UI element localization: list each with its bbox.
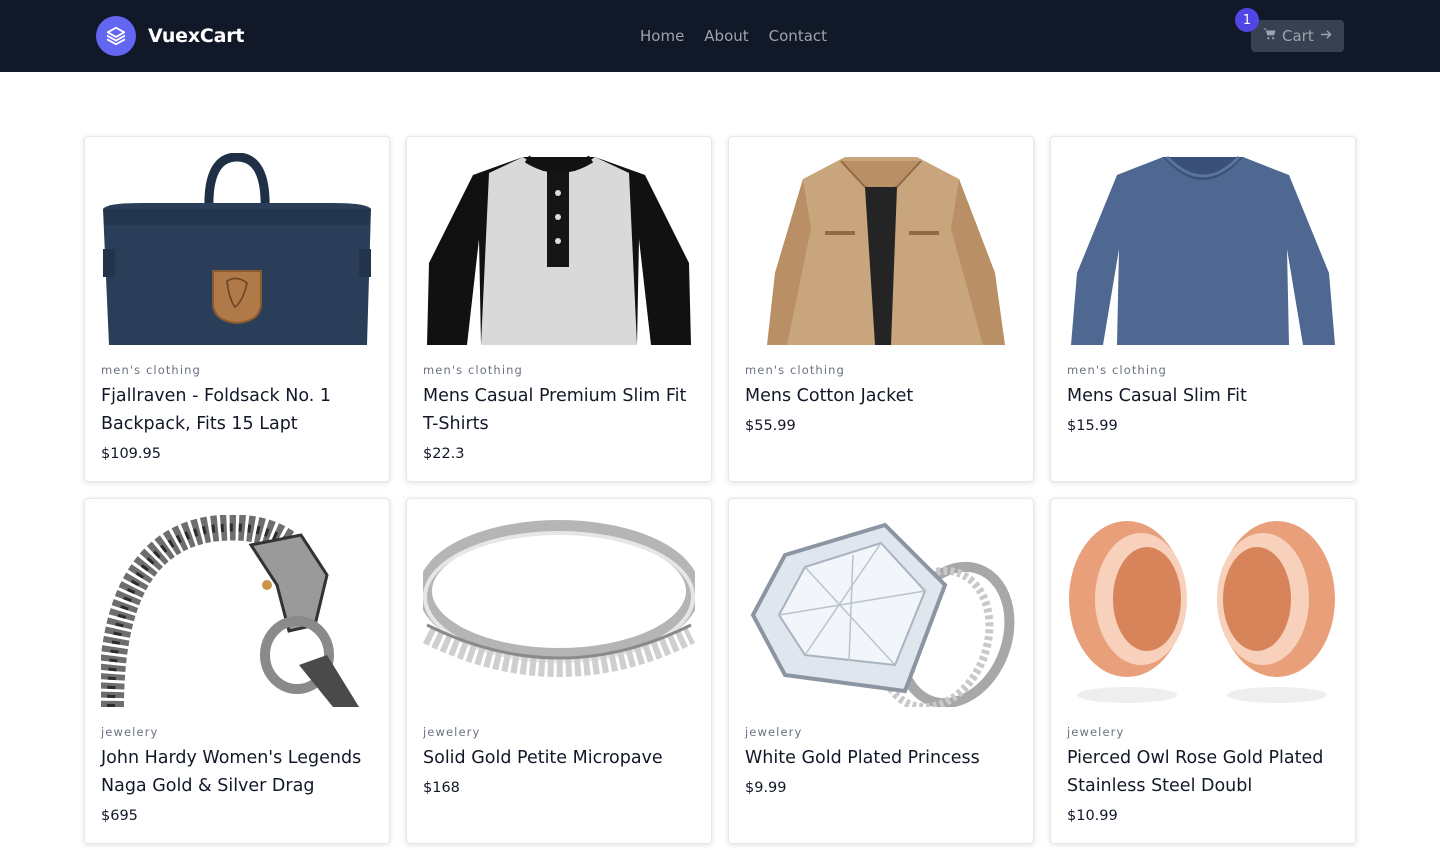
product-card[interactable]: jewelery John Hardy Women's Legends Naga… — [84, 498, 390, 844]
layers-logo-icon — [96, 16, 136, 56]
arrow-right-icon — [1320, 27, 1333, 45]
product-title: John Hardy Women's Legends Naga Gold & S… — [101, 744, 377, 831]
product-image-jacket — [745, 153, 1017, 345]
product-category: jewelery — [101, 725, 159, 739]
product-card[interactable]: men's clothing Mens Casual Premium Slim … — [406, 136, 712, 482]
product-title: White Gold Plated Princess $9.99 — [745, 744, 1021, 803]
product-image-blue-longsleeve — [1067, 153, 1339, 345]
product-category: men's clothing — [423, 363, 523, 377]
product-title: Pierced Owl Rose Gold Plated Stainless S… — [1067, 744, 1343, 831]
product-card[interactable]: jewelery Pierced Owl Rose Gold Plated St… — [1050, 498, 1356, 844]
product-price: $695 — [101, 808, 138, 824]
product-category: men's clothing — [101, 363, 201, 377]
nav-home-link[interactable]: Home — [640, 26, 684, 46]
nav-contact-link[interactable]: Contact — [769, 26, 827, 46]
product-title-text: Mens Cotton Jacket — [745, 386, 914, 406]
product-price: $9.99 — [745, 780, 787, 796]
product-category: jewelery — [1067, 725, 1125, 739]
product-title-text: Mens Casual Premium Slim Fit T-Shirts — [423, 386, 687, 434]
product-category: jewelery — [745, 725, 803, 739]
product-title-text: Solid Gold Petite Micropave — [423, 748, 663, 768]
product-price: $10.99 — [1067, 808, 1118, 824]
product-category: men's clothing — [745, 363, 845, 377]
brand-name: VuexCart — [148, 25, 245, 47]
product-price: $168 — [423, 780, 460, 796]
product-title: Fjallraven - Foldsack No. 1 Backpack, Fi… — [101, 382, 377, 469]
product-title-text: Mens Casual Slim Fit — [1067, 386, 1247, 406]
product-card[interactable]: men's clothing Fjallraven - Foldsack No.… — [84, 136, 390, 482]
product-title: Mens Casual Slim Fit $15.99 — [1067, 382, 1343, 441]
product-category: men's clothing — [1067, 363, 1167, 377]
product-title: Solid Gold Petite Micropave $168 — [423, 744, 699, 803]
product-image-backpack — [101, 153, 373, 345]
product-card[interactable]: men's clothing Mens Cotton Jacket $55.99 — [728, 136, 1034, 482]
top-navbar: VuexCart Home About Contact Cart 1 — [0, 0, 1440, 72]
cart-button[interactable]: Cart — [1251, 20, 1344, 52]
nav-about-link[interactable]: About — [704, 26, 748, 46]
product-image-rose-gold-plugs — [1067, 515, 1339, 707]
product-image-raglan-tshirt — [423, 153, 695, 345]
product-price: $55.99 — [745, 418, 796, 434]
product-image-dragon-bracelet — [101, 515, 373, 707]
product-card[interactable]: jewelery White Gold Plated Princess $9.9… — [728, 498, 1034, 844]
product-card[interactable]: men's clothing Mens Casual Slim Fit $15.… — [1050, 136, 1356, 482]
product-title: Mens Cotton Jacket $55.99 — [745, 382, 1021, 441]
main-nav: Home About Contact — [640, 26, 847, 46]
product-image-silver-band — [423, 515, 695, 707]
product-image-diamond-ring — [745, 515, 1017, 707]
product-title-text: Fjallraven - Foldsack No. 1 Backpack, Fi… — [101, 386, 331, 434]
product-title-text: John Hardy Women's Legends Naga Gold & S… — [101, 748, 362, 796]
product-title-text: Pierced Owl Rose Gold Plated Stainless S… — [1067, 748, 1324, 796]
brand[interactable]: VuexCart — [96, 16, 245, 56]
product-card[interactable]: jewelery Solid Gold Petite Micropave $16… — [406, 498, 712, 844]
product-price: $15.99 — [1067, 418, 1118, 434]
cart-count-badge: 1 — [1235, 8, 1259, 32]
product-price: $109.95 — [101, 446, 161, 462]
cart-label: Cart — [1282, 27, 1314, 45]
product-title: Mens Casual Premium Slim Fit T-Shirts $2… — [423, 382, 699, 469]
product-category: jewelery — [423, 725, 481, 739]
product-title-text: White Gold Plated Princess — [745, 748, 980, 768]
product-price: $22.3 — [423, 446, 465, 462]
cart-icon — [1263, 27, 1277, 45]
